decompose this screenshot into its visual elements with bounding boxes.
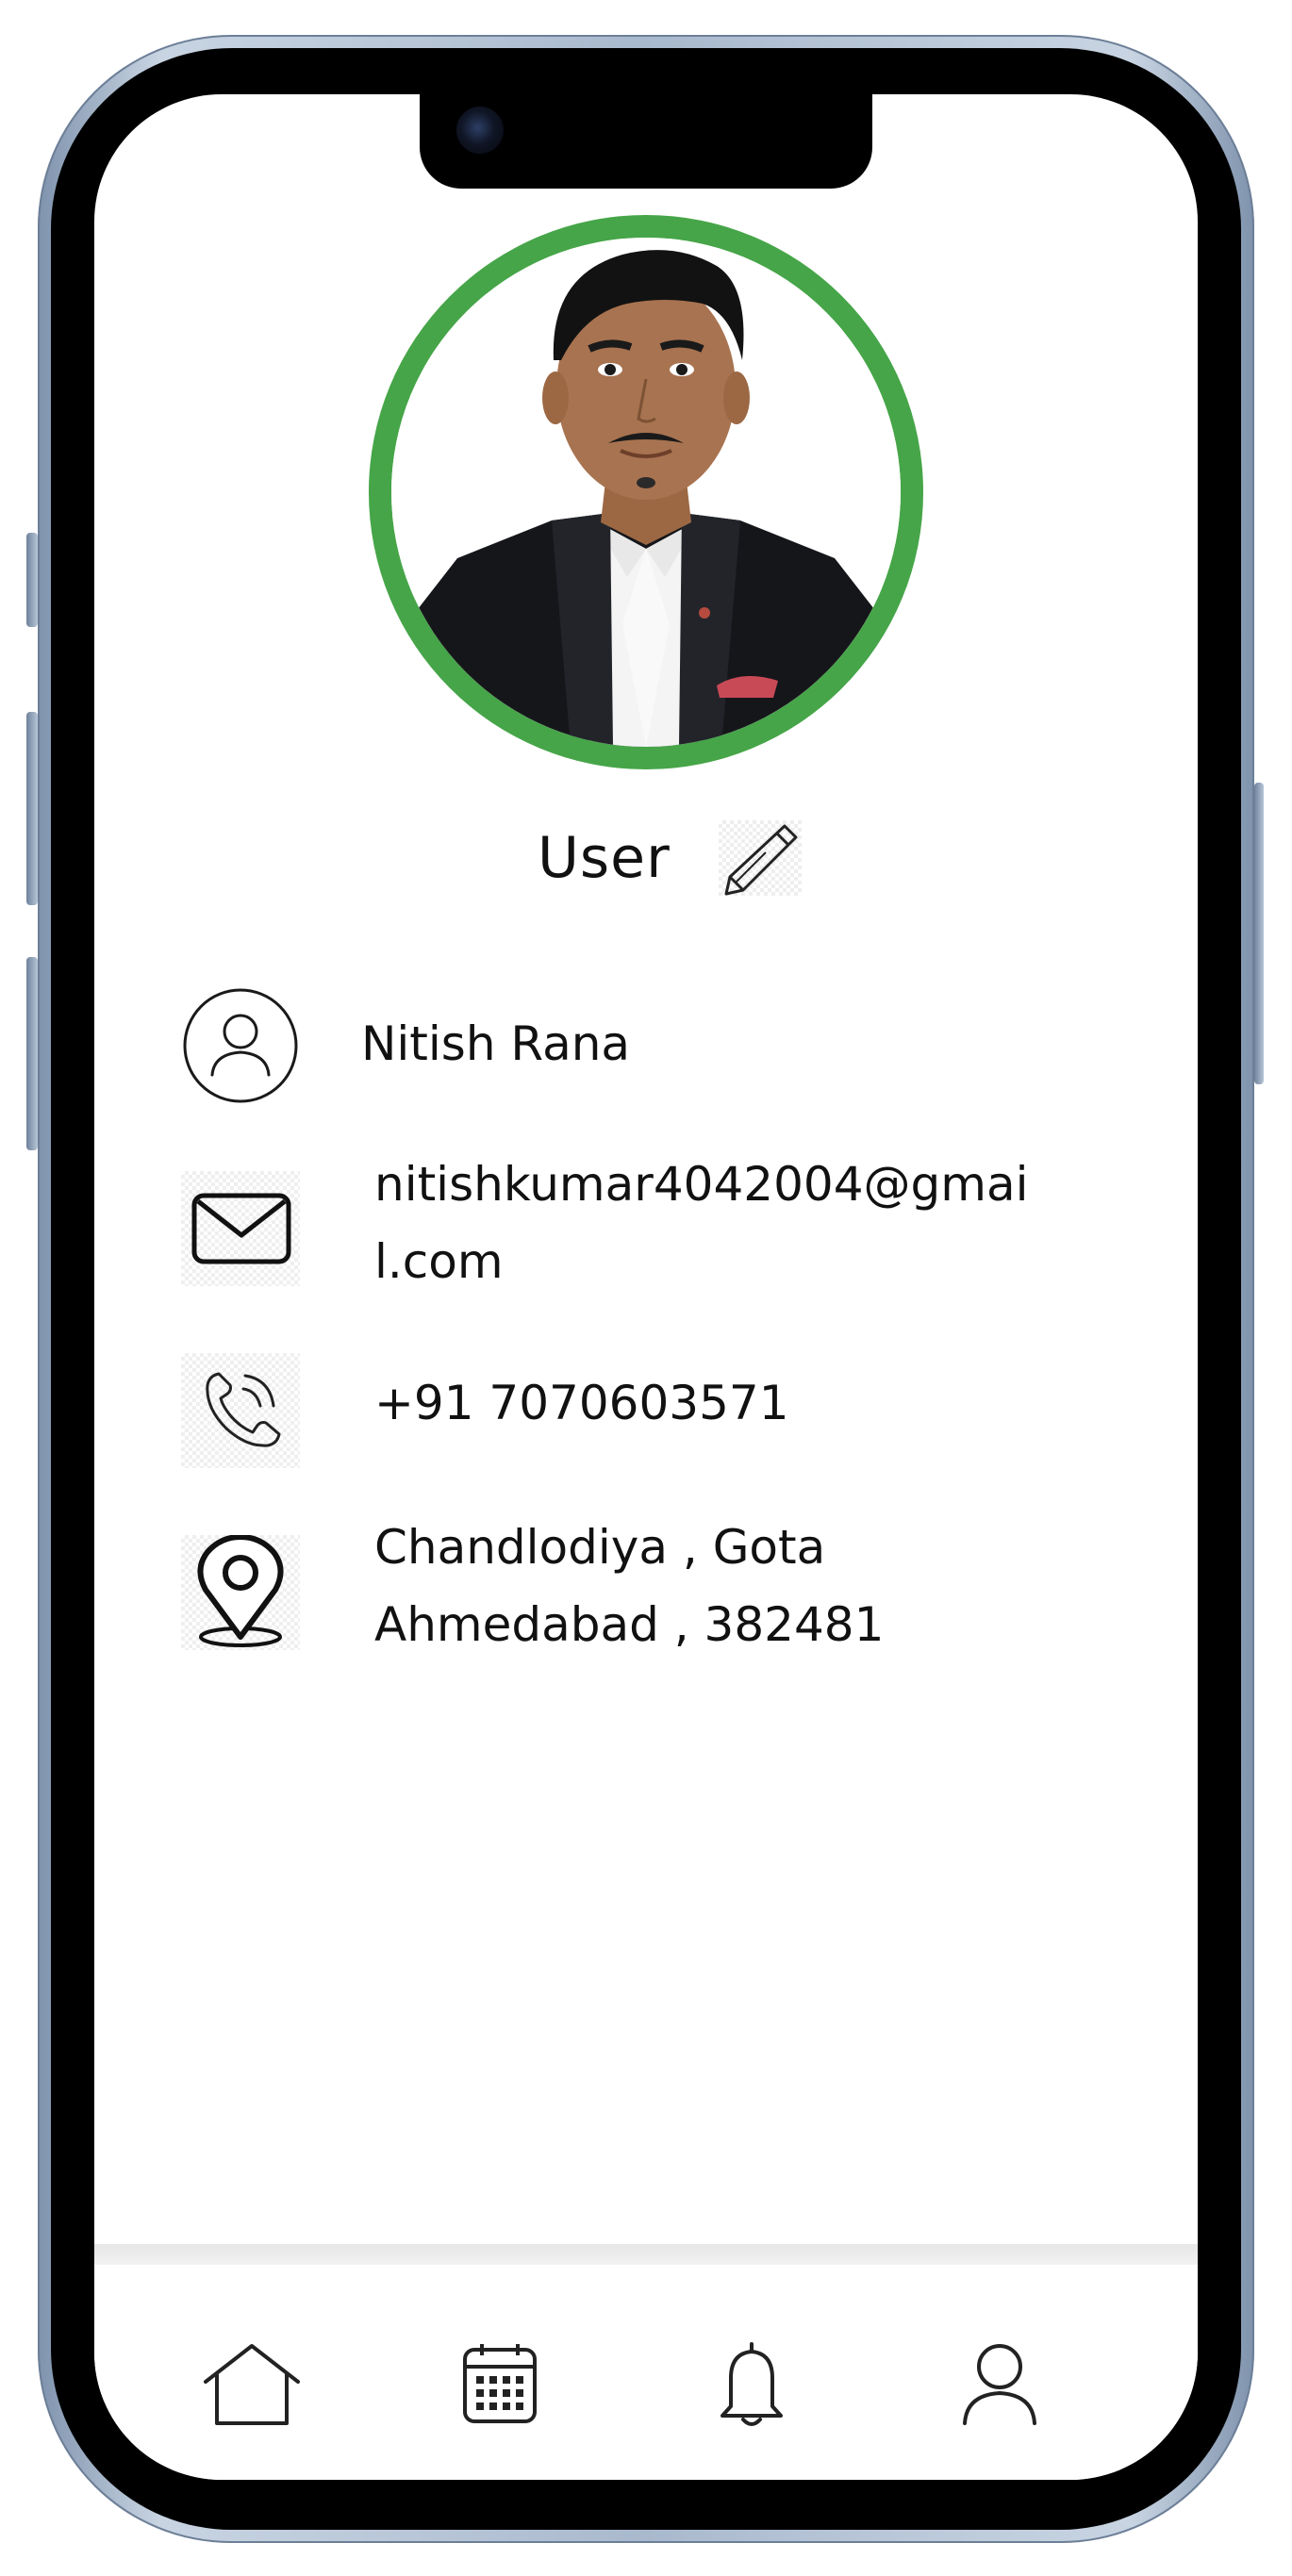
mail-icon <box>181 1171 300 1286</box>
profile-title: User <box>538 825 671 891</box>
profile-screen: User Nitish Rana nitishkumar4042004@gmai… <box>94 94 1198 2480</box>
address-line-1: Chandlodiya , Gota <box>374 1520 826 1575</box>
front-camera <box>456 107 504 154</box>
user-address: Chandlodiya , Gota Ahmedabad , 382481 <box>374 1509 884 1663</box>
user-name: Nitish Rana <box>361 1016 631 1071</box>
avatar[interactable] <box>391 238 901 747</box>
email-line-1: nitishkumar4042004@gmai <box>374 1157 1029 1212</box>
silent-switch <box>26 533 38 627</box>
calendar-icon <box>463 2344 537 2423</box>
user-photo <box>391 238 901 747</box>
edit-profile-button[interactable] <box>719 820 802 896</box>
person-circle-icon <box>181 988 300 1103</box>
volume-up-button <box>26 712 38 905</box>
nav-profile[interactable] <box>948 2340 1052 2430</box>
user-email: nitishkumar4042004@gmai l.com <box>374 1146 1028 1300</box>
user-phone: +91 7070603571 <box>374 1376 789 1430</box>
phone-call-icon <box>181 1353 300 1468</box>
location-pin-icon <box>181 1534 300 1650</box>
volume-down-button <box>26 957 38 1150</box>
bottom-nav-divider <box>94 2244 1198 2265</box>
nav-notifications[interactable] <box>700 2340 803 2430</box>
power-button <box>1254 783 1264 1084</box>
nav-calendar[interactable] <box>448 2340 552 2430</box>
avatar-ring <box>369 215 923 769</box>
nav-home[interactable] <box>200 2340 304 2430</box>
profile-icon <box>963 2344 1036 2425</box>
home-icon <box>204 2344 300 2425</box>
address-line-2: Ahmedabad , 382481 <box>374 1597 885 1652</box>
bell-icon <box>721 2342 783 2426</box>
pencil-icon <box>724 824 798 896</box>
email-line-2: l.com <box>374 1234 504 1289</box>
bottom-nav <box>94 2265 1198 2480</box>
